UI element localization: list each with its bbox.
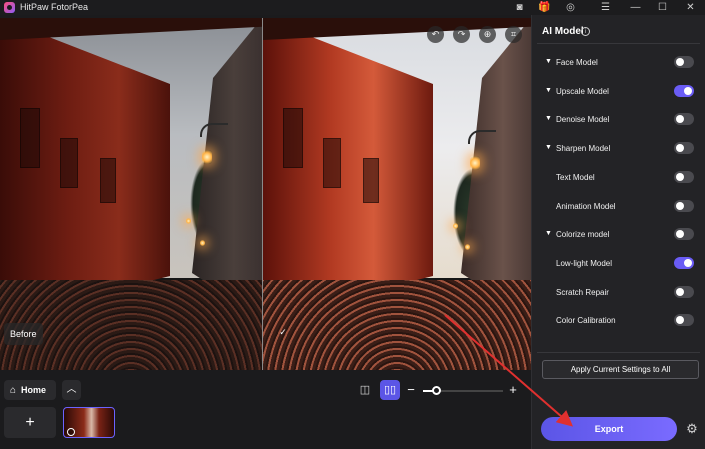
gift-icon[interactable]: 🎁 <box>538 1 551 14</box>
app-logo-icon <box>4 2 15 13</box>
thumbnail-status-icon <box>67 428 75 436</box>
after-image <box>263 18 531 370</box>
apply-to-all-button[interactable]: Apply Current Settings to All <box>542 360 699 379</box>
model-label: Upscale Model <box>556 87 609 96</box>
model-toggle[interactable] <box>674 286 694 298</box>
home-label: Home <box>21 385 47 395</box>
caret-down-icon[interactable]: ▼ <box>545 87 552 94</box>
panel-divider <box>537 43 700 44</box>
model-row[interactable]: ▼ Upscale Model <box>541 84 696 100</box>
zoom-out-button[interactable]: − <box>404 381 418 399</box>
model-label: Text Model <box>556 173 595 182</box>
maximize-icon[interactable]: ☐ <box>656 1 669 14</box>
caret-down-icon[interactable]: ▼ <box>545 230 552 237</box>
menu-icon[interactable]: ☰ <box>599 1 612 14</box>
model-toggle[interactable] <box>674 228 694 240</box>
image-preview[interactable]: ↶ ↷ ⊕ ⌗ <box>0 18 531 370</box>
caret-down-icon[interactable]: ▼ <box>545 115 552 122</box>
undo-icon[interactable]: ↶ <box>427 26 444 43</box>
model-label: Scratch Repair <box>556 288 609 297</box>
chevron-up-icon[interactable]: ︿ <box>62 380 81 400</box>
model-row[interactable]: Scratch Repair <box>541 285 696 301</box>
model-toggle[interactable] <box>674 200 694 212</box>
info-icon[interactable]: i <box>581 27 590 36</box>
model-toggle[interactable] <box>674 314 694 326</box>
close-icon[interactable]: ✕ <box>684 1 697 14</box>
minimize-icon[interactable]: — <box>629 1 642 14</box>
before-image <box>0 18 262 370</box>
model-label: Face Model <box>556 58 598 67</box>
compare-divider[interactable] <box>262 18 263 370</box>
model-label: Animation Model <box>556 202 616 211</box>
single-view-icon[interactable]: ◫ <box>357 382 373 398</box>
checkmark-icon: ✓ <box>279 327 287 337</box>
zoom-in-button[interactable]: + <box>506 381 520 399</box>
app-title: HitPaw FotorPea <box>20 2 89 12</box>
model-label: Colorize model <box>556 230 610 239</box>
model-row[interactable]: ▼ Face Model <box>541 55 696 71</box>
model-toggle[interactable] <box>674 113 694 125</box>
caret-down-icon[interactable]: ▼ <box>545 144 552 151</box>
split-view-icon[interactable]: ▯▯ <box>380 380 400 400</box>
model-toggle[interactable] <box>674 85 694 97</box>
model-label: Color Calibration <box>556 316 616 325</box>
title-bar: HitPaw FotorPea ◙ 🎁 ◎ ☰ — ☐ ✕ <box>0 0 705 15</box>
model-label: Low-light Model <box>556 259 613 268</box>
model-toggle[interactable] <box>674 56 694 68</box>
caret-down-icon[interactable]: ▼ <box>545 58 552 65</box>
home-button[interactable]: ⌂ Home <box>4 380 56 400</box>
discord-icon[interactable]: ◙ <box>513 1 526 14</box>
model-label: Sharpen Model <box>556 144 611 153</box>
model-toggle[interactable] <box>674 171 694 183</box>
model-row[interactable]: Low-light Model <box>541 256 696 272</box>
model-label: Denoise Model <box>556 115 610 124</box>
model-row[interactable]: ▼ Colorize model <box>541 227 696 243</box>
export-button[interactable]: Export <box>541 417 677 441</box>
model-row[interactable]: Color Calibration <box>541 313 696 329</box>
gear-icon[interactable]: ⚙ <box>684 421 700 437</box>
zoom-slider-handle[interactable] <box>432 386 441 395</box>
user-icon[interactable]: ◎ <box>564 1 577 14</box>
zoom-icon[interactable]: ⊕ <box>479 26 496 43</box>
before-label: Before <box>4 323 43 345</box>
model-row[interactable]: Text Model <box>541 170 696 186</box>
crop-icon[interactable]: ⌗ <box>505 26 522 43</box>
panel-divider <box>537 352 700 353</box>
model-row[interactable]: Animation Model <box>541 199 696 215</box>
redo-icon[interactable]: ↷ <box>453 26 470 43</box>
app-window: HitPaw FotorPea ◙ 🎁 ◎ ☰ — ☐ ✕ ↶ ↷ ⊕ ⌗ Be… <box>0 0 705 449</box>
home-icon: ⌂ <box>10 384 17 396</box>
add-image-button[interactable]: + <box>4 407 56 438</box>
model-toggle[interactable] <box>674 257 694 269</box>
model-row[interactable]: ▼ Sharpen Model <box>541 141 696 157</box>
model-row[interactable]: ▼ Denoise Model <box>541 112 696 128</box>
panel-title: AI Model <box>542 26 584 37</box>
model-toggle[interactable] <box>674 142 694 154</box>
